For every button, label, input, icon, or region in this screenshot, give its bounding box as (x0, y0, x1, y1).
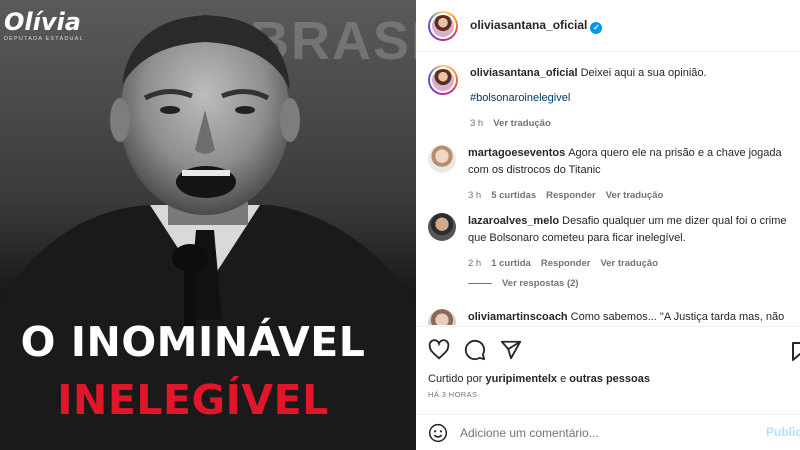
emoji-icon[interactable] (428, 423, 448, 443)
post-timestamp[interactable]: HÁ 3 HORAS (428, 390, 477, 399)
comment-translate[interactable]: Ver tradução (600, 255, 658, 272)
comment-likes[interactable]: 5 curtidas (491, 187, 536, 204)
caption-translate[interactable]: Ver tradução (493, 115, 551, 132)
heart-icon[interactable] (428, 339, 450, 361)
caption-time: 3 h (470, 118, 484, 129)
list-item: oliviamartinscoach Como sabemos... "A Jus… (428, 309, 798, 325)
comment-time: 3 h (468, 190, 482, 201)
comment-username[interactable]: lazaroalves_melo (468, 215, 559, 227)
caption-username[interactable]: oliviasantana_oficial (470, 67, 578, 79)
replies-divider (468, 283, 492, 284)
view-replies-label[interactable]: Ver respostas (2) (502, 278, 579, 289)
comment-avatar[interactable] (428, 309, 456, 325)
comment-avatar[interactable] (428, 145, 456, 173)
comment-input[interactable] (460, 425, 750, 440)
brand-subtitle: DEPUTADA ESTADUAL (4, 36, 84, 42)
comment-likes[interactable]: 1 curtida (491, 255, 531, 272)
verified-icon: ✓ (590, 21, 603, 34)
header-username[interactable]: oliviasantana_oficial ✓ (470, 18, 603, 34)
list-item: lazaroalves_melo Desafio qualquer um me d… (428, 213, 798, 272)
liked-others[interactable]: outras pessoas (569, 373, 650, 385)
view-replies-button[interactable]: Ver respostas (2) (468, 278, 579, 289)
caption-hashtag[interactable]: #bolsonaroinelegivel (470, 90, 790, 107)
caption-avatar[interactable] (428, 65, 458, 95)
header-username-text[interactable]: oliviasantana_oficial (470, 18, 587, 32)
reply-button[interactable]: Responder (541, 255, 591, 272)
post-header: oliviasantana_oficial ✓ (416, 0, 800, 52)
brand-logo: Olívia DEPUTADA ESTADUAL (4, 10, 84, 42)
list-item: martagoeseventos Agora quero ele na prisã… (428, 145, 798, 204)
liked-user[interactable]: yuripimentelx (485, 373, 557, 385)
reply-button[interactable]: Responder (546, 187, 596, 204)
comments-list[interactable]: oliviasantana_oficial Deixei aqui a sua o… (416, 53, 800, 325)
post-image[interactable]: BRASIL (0, 0, 416, 450)
comment-text: Como sabemos... "A Justiça tarda mas, nã… (570, 311, 785, 323)
caption: oliviasantana_oficial Deixei aqui a sua o… (428, 65, 798, 132)
avatar[interactable] (428, 10, 458, 41)
comment-translate[interactable]: Ver tradução (606, 187, 664, 204)
caption-text: Deixei aqui a sua opinião. (580, 67, 707, 79)
headline-line2: INELEGÍVEL (57, 376, 329, 424)
liked-prefix: Curtido por (428, 373, 483, 385)
liked-by: Curtido por yuripimentelx e outras pesso… (428, 373, 650, 385)
comment-avatar[interactable] (428, 213, 456, 241)
headline-line1: O INOMINÁVEL (20, 318, 366, 366)
comment-time: 2 h (468, 258, 482, 269)
share-icon[interactable] (500, 339, 522, 361)
publish-button[interactable]: Publicar (766, 425, 800, 439)
comment-icon[interactable] (464, 339, 486, 361)
liked-middle: e (560, 373, 567, 385)
save-icon[interactable] (791, 341, 800, 361)
comment-username[interactable]: oliviamartinscoach (468, 311, 568, 323)
comment-username[interactable]: martagoeseventos (468, 147, 565, 159)
brand-name: Olívia (4, 8, 81, 36)
add-comment-bar: Publicar (416, 414, 800, 450)
post-actions: Curtido por yuripimentelx e outras pesso… (416, 326, 800, 414)
post-panel: oliviasantana_oficial ✓ oliviasantana_ofi… (416, 0, 800, 450)
